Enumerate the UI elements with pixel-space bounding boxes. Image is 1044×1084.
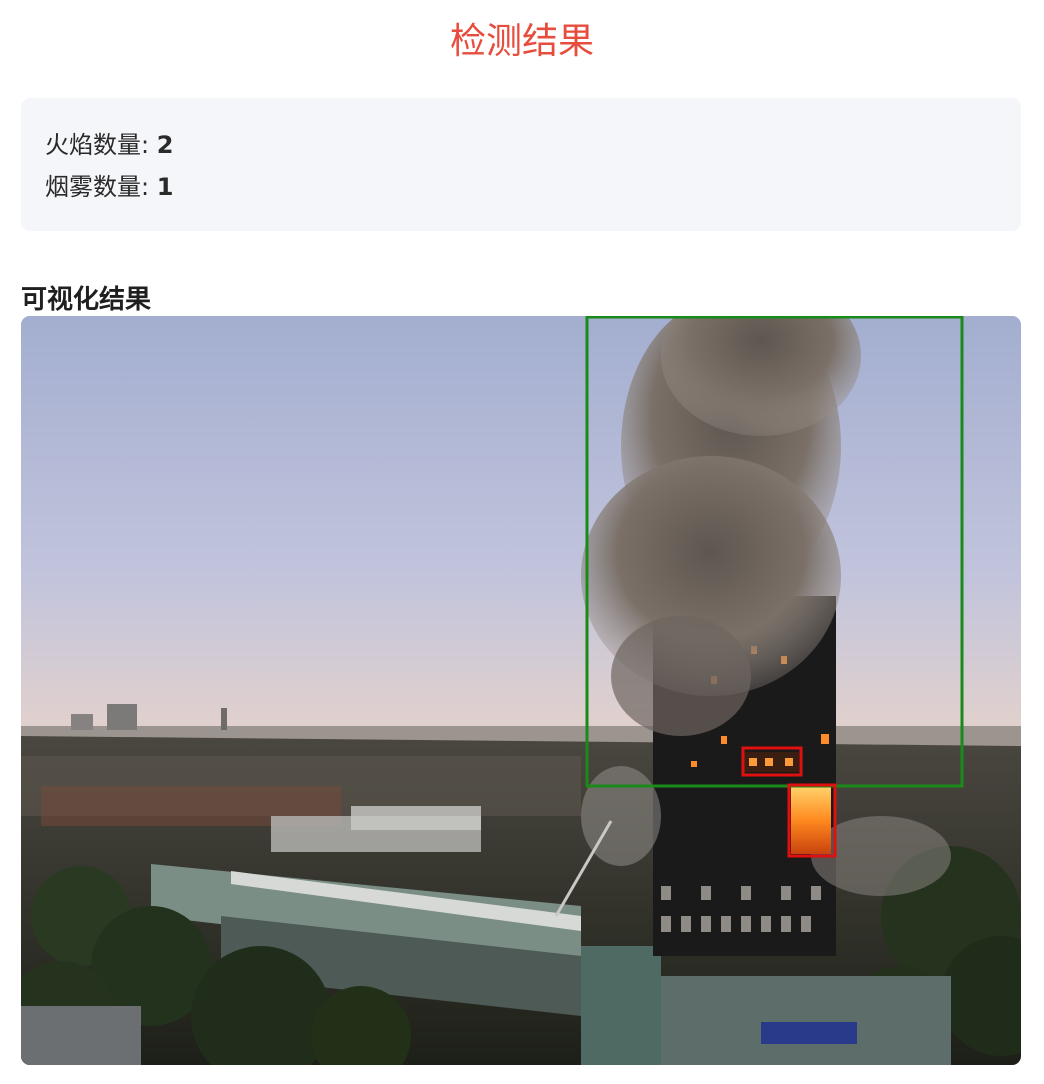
- smoke-count-value: 1: [156, 173, 174, 201]
- detection-summary-card: 火焰数量: 2 烟雾数量: 1: [21, 98, 1021, 231]
- smoke-count-label: 烟雾数量:: [45, 173, 157, 201]
- visualization-section-title: 可视化结果: [21, 285, 152, 315]
- fire-count-row: 火焰数量: 2: [45, 124, 1021, 166]
- fire-scene-illustration: [21, 316, 1021, 1065]
- smoke-count-row: 烟雾数量: 1: [45, 166, 1021, 208]
- page-title: 检测结果: [449, 21, 594, 62]
- fire-count-value: 2: [156, 131, 174, 159]
- detection-result-image: [21, 316, 1021, 1065]
- fire-count-label: 火焰数量:: [45, 131, 157, 159]
